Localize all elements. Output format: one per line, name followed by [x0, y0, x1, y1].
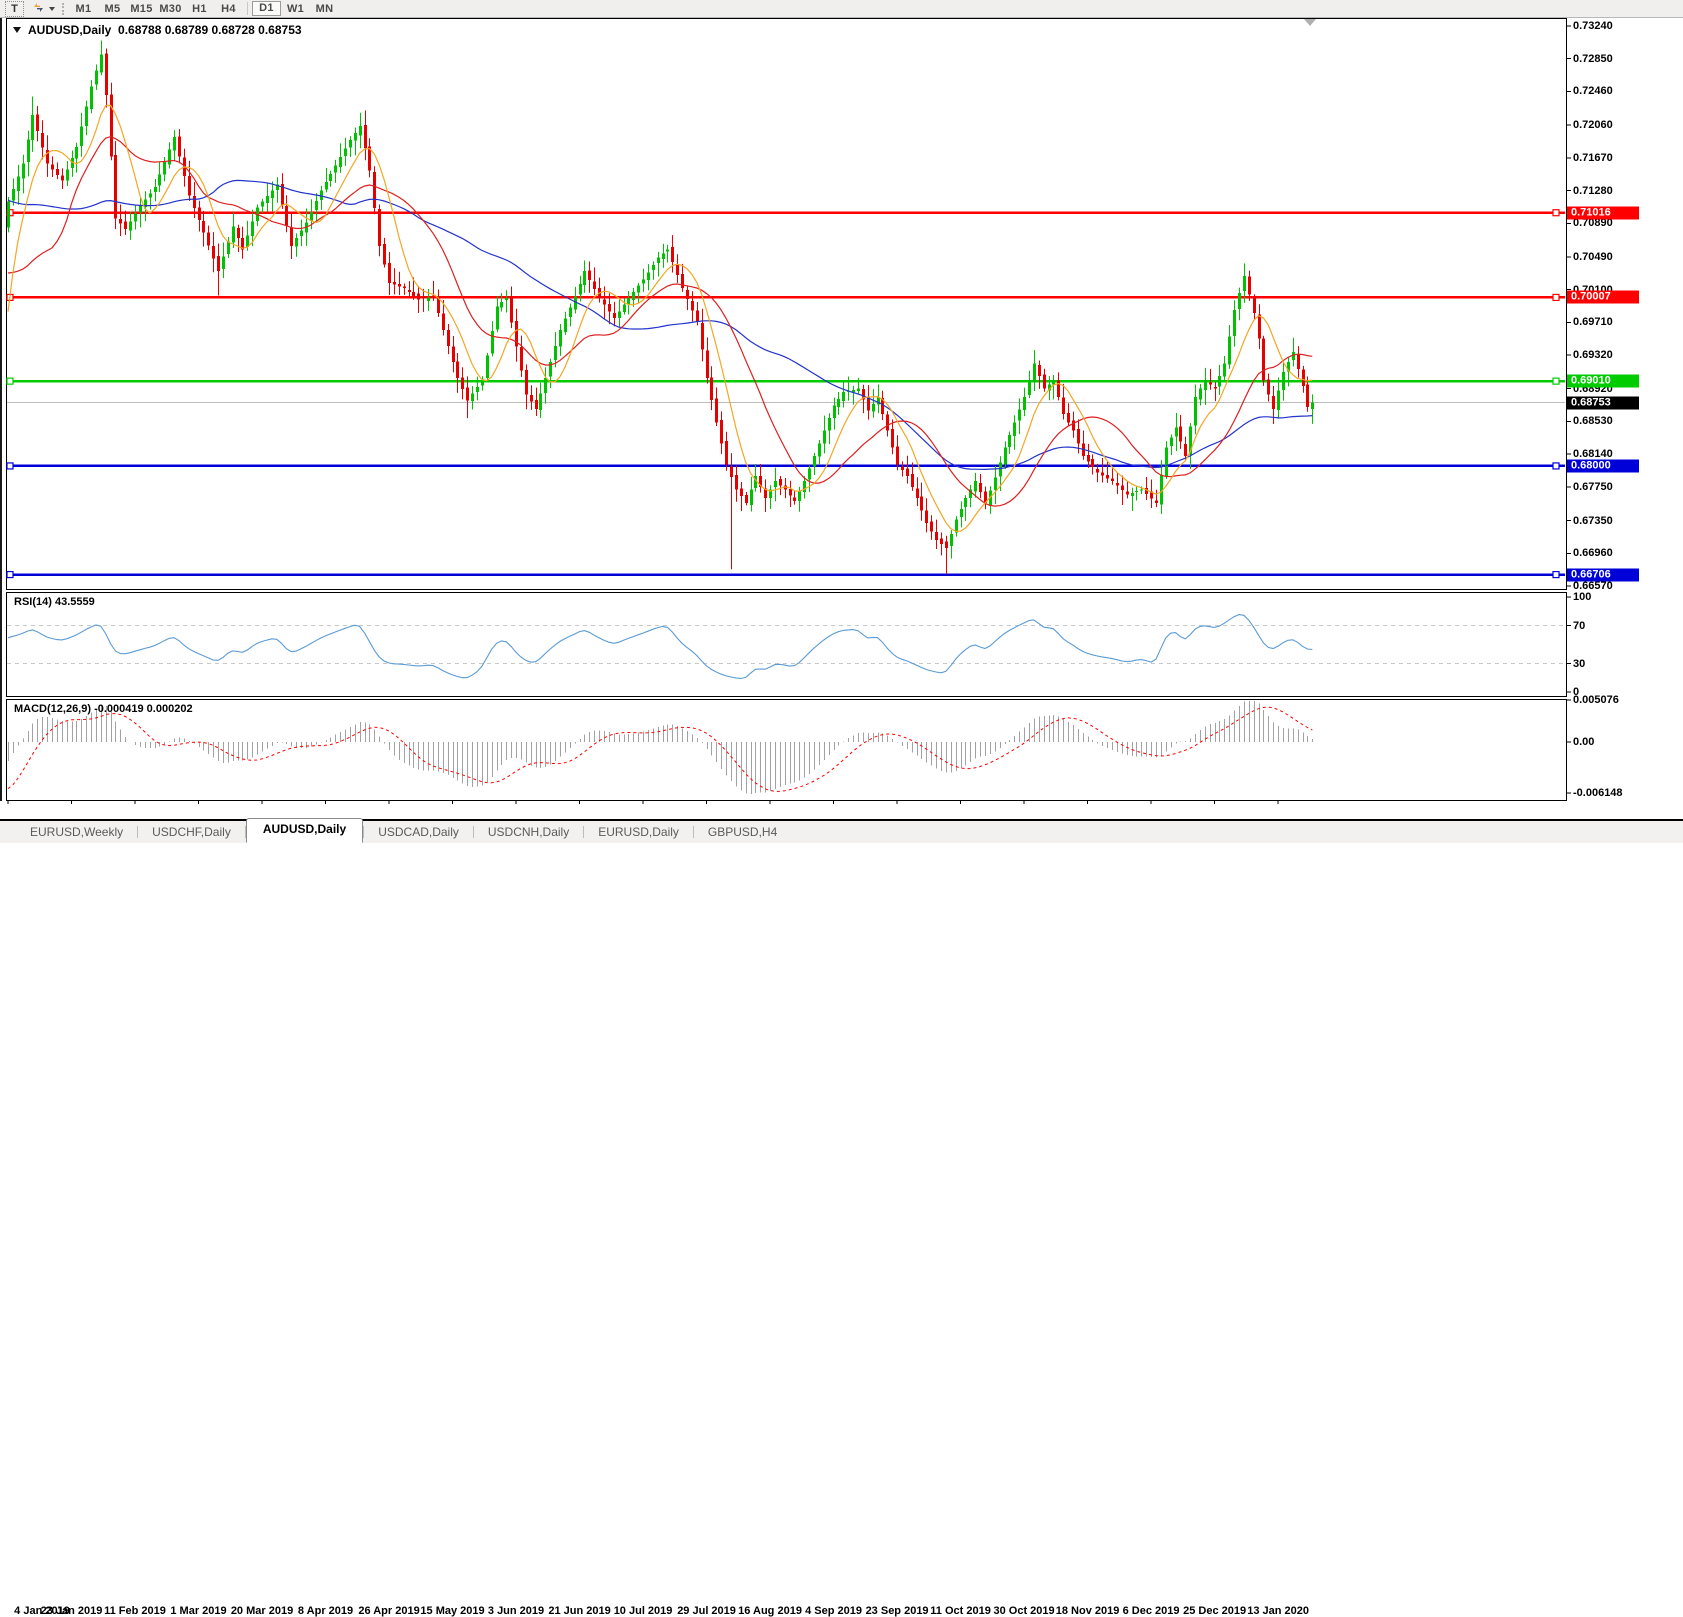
arrange-button[interactable]: [30, 1, 57, 16]
text-tool-label: T: [11, 3, 18, 15]
macd-scale-label: 0.005076: [1573, 694, 1619, 706]
price-line-label: 0.68753: [1567, 396, 1639, 409]
chart-menu-icon[interactable]: [13, 27, 21, 33]
timeframe-M5[interactable]: M5: [98, 1, 127, 16]
chart-tabbar: EURUSD,WeeklyUSDCHF,DailyAUDUSD,DailyUSD…: [0, 821, 1683, 843]
timeframe-H1[interactable]: H1: [185, 1, 214, 16]
macd-panel[interactable]: [6, 699, 1567, 801]
price-tick-label: 0.69320: [1573, 349, 1613, 361]
main-chart-panel[interactable]: [6, 18, 1567, 590]
price-tick-label: 0.67750: [1573, 481, 1613, 493]
price-line-label: 0.66706: [1567, 568, 1639, 581]
rsi-scale-label: 100: [1573, 591, 1591, 603]
tab-gbpusd-h4[interactable]: GBPUSD,H4: [694, 822, 791, 842]
chart-legend: AUDUSD,Daily 0.68788 0.68789 0.68728 0.6…: [13, 23, 302, 37]
rsi-scale-label: 30: [1573, 658, 1585, 670]
timeframe-H4[interactable]: H4: [214, 1, 243, 16]
price-line-label: 0.68000: [1567, 459, 1639, 472]
price-tick-label: 0.72460: [1573, 85, 1613, 97]
price-line-label: 0.71016: [1567, 206, 1639, 219]
text-tool-button[interactable]: T: [5, 1, 24, 17]
toolbar: T M1M5M15M30H1H4 D1W1MN: [0, 0, 1683, 18]
rsi-panel[interactable]: [6, 592, 1567, 697]
macd-label: MACD(12,26,9) -0.000419 0.000202: [14, 703, 193, 715]
arrange-icon: [32, 1, 45, 17]
price-tick-label: 0.70490: [1573, 251, 1613, 263]
time-axis[interactable]: 4 Jan 201923 Jan 201911 Feb 20191 Mar 20…: [0, 801, 1683, 819]
price-tick-label: 0.73240: [1573, 20, 1613, 32]
price-tick-label: 0.68530: [1573, 415, 1613, 427]
timeframe-M1[interactable]: M1: [69, 1, 98, 16]
timeframe-W1[interactable]: W1: [281, 1, 310, 16]
price-tick-label: 0.67350: [1573, 515, 1613, 527]
price-tick-label: 0.66960: [1573, 547, 1613, 559]
window-left-edge: [0, 17, 2, 820]
price-tick-label: 0.69710: [1573, 316, 1613, 328]
price-tick-label: 0.71280: [1573, 185, 1613, 197]
symbol-period-label: AUDUSD,Daily: [28, 23, 111, 37]
tab-usdchf-daily[interactable]: USDCHF,Daily: [138, 822, 245, 842]
tab-eurusd-daily[interactable]: EURUSD,Daily: [584, 822, 693, 842]
rsi-label: RSI(14) 43.5559: [14, 596, 95, 608]
tab-audusd-daily[interactable]: AUDUSD,Daily: [246, 818, 363, 843]
price-tick-label: 0.68140: [1573, 448, 1613, 460]
dropdown-caret-icon[interactable]: [49, 7, 55, 11]
ohlc-values: 0.68788 0.68789 0.68728 0.68753: [118, 23, 302, 37]
price-line-label: 0.69010: [1567, 375, 1639, 388]
price-tick-label: 0.71670: [1573, 152, 1613, 164]
macd-scale-label: 0.00: [1573, 736, 1594, 748]
tab-eurusd-weekly[interactable]: EURUSD,Weekly: [16, 822, 137, 842]
price-tick-label: 0.72060: [1573, 119, 1613, 131]
date-tick-label: 13 Jan 2020: [1236, 1605, 1320, 1617]
macd-scale-label: -0.006148: [1573, 787, 1623, 799]
price-line-label: 0.70007: [1567, 291, 1639, 304]
timeframe-M15[interactable]: M15: [127, 1, 156, 16]
tab-usdcad-daily[interactable]: USDCAD,Daily: [364, 822, 473, 842]
timeframe-D1[interactable]: D1: [252, 1, 281, 16]
rsi-scale-label: 70: [1573, 620, 1585, 632]
price-tick-label: 0.72850: [1573, 53, 1613, 65]
timeframe-button-group: M1M5M15M30H1H4 D1W1MN: [69, 1, 339, 16]
tab-usdcnh-daily[interactable]: USDCNH,Daily: [474, 822, 583, 842]
timeframe-M30[interactable]: M30: [156, 1, 185, 16]
toolbar-grip[interactable]: [62, 3, 64, 15]
timeframe-MN[interactable]: MN: [310, 1, 339, 16]
